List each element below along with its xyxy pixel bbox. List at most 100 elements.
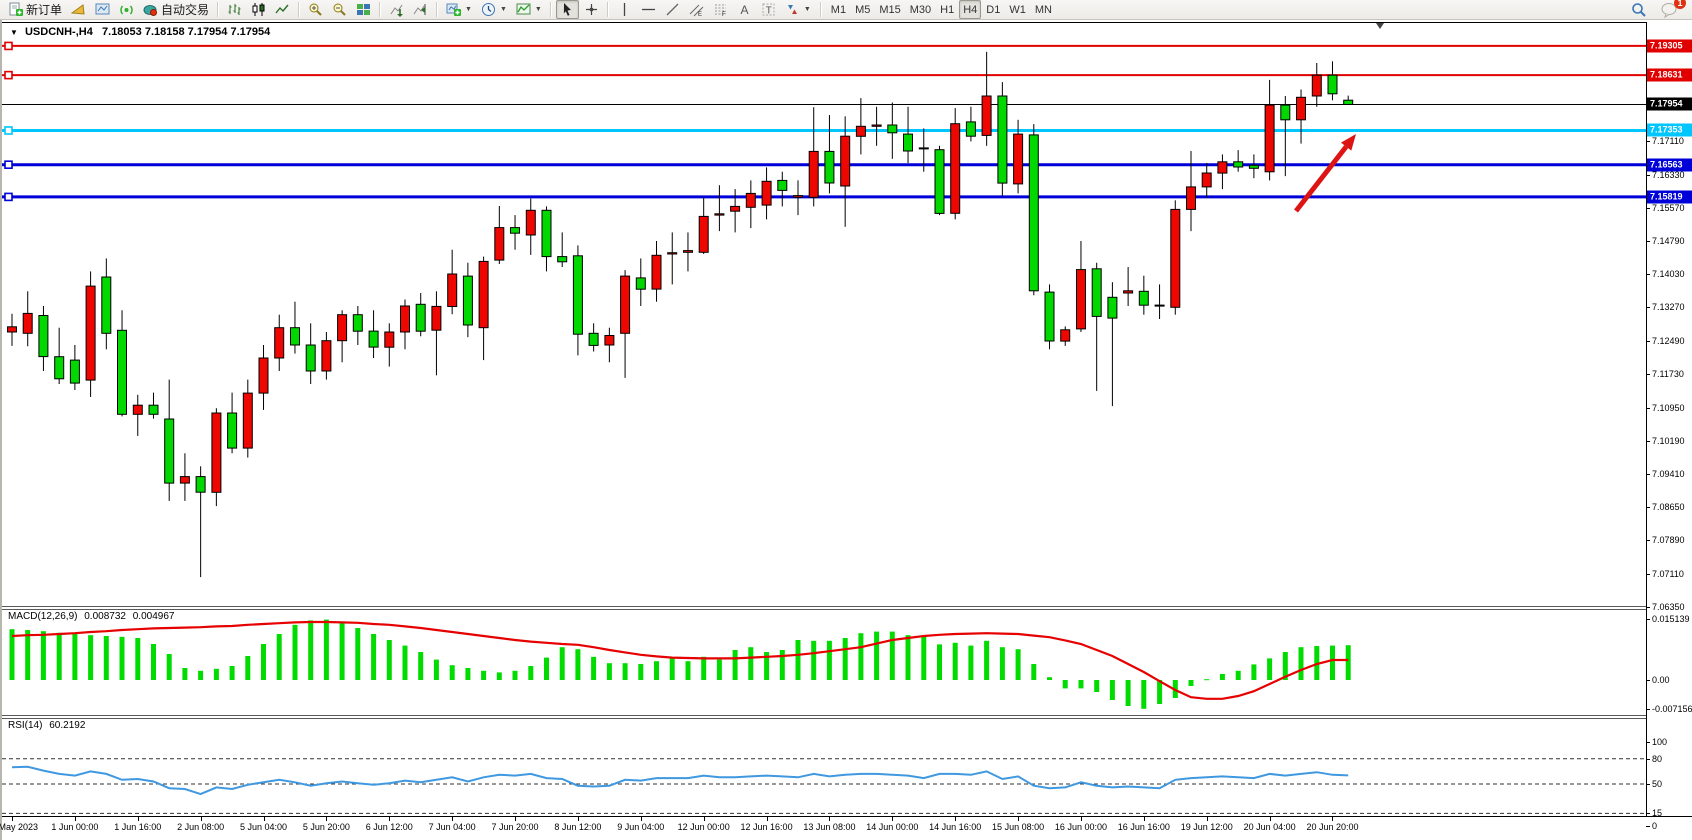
gold-wedge-icon	[71, 2, 86, 17]
time-label: 9 Jun 04:00	[617, 822, 664, 832]
periods-button[interactable]: ▼	[477, 0, 511, 19]
trendline-icon	[665, 2, 680, 17]
timeframe-m30-button[interactable]: M30	[906, 0, 935, 19]
svg-text:T: T	[766, 6, 772, 17]
timeframe-mn-button[interactable]: MN	[1031, 0, 1056, 19]
time-label: 1 Jun 00:00	[51, 822, 98, 832]
tiles-icon	[356, 2, 371, 17]
price-tick-label: 0.015139	[1652, 614, 1690, 624]
price-level-label: 7.18631	[1647, 69, 1692, 82]
fibo-button[interactable]: F	[709, 0, 732, 19]
label-button[interactable]: T	[757, 0, 780, 19]
rsi-value: 60.2192	[49, 720, 85, 731]
time-label: 16 Jun 16:00	[1118, 822, 1170, 832]
vline-button[interactable]	[613, 0, 636, 19]
tile-windows-button[interactable]	[352, 0, 375, 19]
autoscroll-icon	[389, 2, 404, 17]
bars-icon	[227, 2, 242, 17]
text-button[interactable]: A	[733, 0, 756, 19]
price-tick-label: 7.17110	[1652, 136, 1684, 146]
new-chart-button[interactable]: ▼	[442, 0, 476, 19]
time-tick-mark	[201, 817, 202, 821]
rsi-name: RSI(14)	[8, 720, 42, 731]
new-order-button[interactable]: 新订单	[4, 0, 66, 19]
price-chart-pane[interactable]	[2, 22, 1646, 606]
price-tick-label: 0	[1652, 821, 1657, 831]
shapes-button[interactable]: ▼	[781, 0, 815, 19]
market-watch-button[interactable]	[67, 0, 90, 19]
indicators-button[interactable]: ▼	[512, 0, 546, 19]
cursor-button[interactable]	[556, 0, 579, 19]
zoom-in-button[interactable]	[304, 0, 327, 19]
horizontal-levels[interactable]	[2, 42, 1646, 200]
price-tick-label: 100	[1652, 737, 1667, 747]
time-label: 13 Jun 08:00	[803, 822, 855, 832]
trend-arrow-annotation[interactable]	[1296, 134, 1356, 211]
price-tick-label: 7.16330	[1652, 170, 1685, 180]
hline-button[interactable]	[637, 0, 660, 19]
new-order-icon	[8, 2, 23, 17]
chevron-down-icon[interactable]: ▼	[535, 6, 542, 13]
macd-histogram	[10, 620, 1351, 709]
autotrading-button[interactable]: 自动交易	[139, 0, 213, 19]
timeframe-m1-button[interactable]: M1	[827, 0, 850, 19]
time-label: 7 Jun 20:00	[492, 822, 539, 832]
price-tick-mark	[1646, 374, 1650, 375]
indicator-icon	[516, 2, 531, 17]
chart-shift-button[interactable]	[409, 0, 432, 19]
price-tick-mark	[1646, 607, 1650, 608]
signals-button[interactable]	[115, 0, 138, 19]
timeframe-d1-button[interactable]: D1	[982, 0, 1004, 19]
price-level-label: 7.15819	[1647, 190, 1692, 203]
toolbar-right: 1	[1627, 0, 1688, 19]
toolbar-separator	[379, 2, 381, 17]
zoom-out-button[interactable]	[328, 0, 351, 19]
auto-scroll-button[interactable]	[385, 0, 408, 19]
chevron-down-icon[interactable]: ▼	[500, 6, 507, 13]
line-chart-button[interactable]	[271, 0, 294, 19]
chevron-down-icon[interactable]: ▼	[465, 6, 472, 13]
macd-pane[interactable]	[2, 609, 1646, 714]
timeframe-h4-button[interactable]: H4	[959, 0, 981, 19]
chart-ohlc-values: 7.18053 7.18158 7.17954 7.17954	[102, 26, 270, 38]
search-icon	[1631, 2, 1647, 18]
chart-shift-marker[interactable]	[1376, 23, 1384, 29]
price-tick-mark	[1646, 408, 1650, 409]
price-tick-label: 7.10190	[1652, 436, 1685, 446]
rsi-pane[interactable]	[2, 718, 1646, 816]
timeframe-h1-button[interactable]: H1	[936, 0, 958, 19]
time-axis[interactable]: 31 May 20231 Jun 00:001 Jun 16:002 Jun 0…	[2, 817, 1646, 840]
time-tick-mark	[75, 817, 76, 821]
bar-chart-button[interactable]	[223, 0, 246, 19]
time-tick-mark	[1018, 817, 1019, 821]
chart-window-button[interactable]	[91, 0, 114, 19]
search-button[interactable]	[1627, 0, 1651, 19]
textT-icon: T	[761, 2, 776, 17]
notifications-button[interactable]: 1	[1657, 0, 1682, 19]
time-tick-mark	[1081, 817, 1082, 821]
candle-chart-button[interactable]	[247, 0, 270, 19]
time-label: 14 Jun 00:00	[866, 822, 918, 832]
cursor-icon	[560, 2, 575, 17]
channel-button[interactable]: E	[685, 0, 708, 19]
time-label: 7 Jun 04:00	[429, 822, 476, 832]
rsi-line	[12, 767, 1348, 794]
toolbar-separator	[436, 2, 438, 17]
price-axis[interactable]: 7.171107.163307.155707.147907.140307.132…	[1646, 20, 1692, 840]
collapse-caret-icon[interactable]: ▼	[10, 28, 18, 37]
time-label: 16 Jun 00:00	[1055, 822, 1107, 832]
timeframe-w1-button[interactable]: W1	[1005, 0, 1030, 19]
price-level-label: 7.16563	[1647, 158, 1692, 171]
time-label: 19 Jun 12:00	[1181, 822, 1233, 832]
time-label: 8 Jun 12:00	[554, 822, 601, 832]
toolbar-separator	[550, 2, 552, 17]
time-label: 12 Jun 00:00	[678, 822, 730, 832]
crosshair-button[interactable]	[580, 0, 603, 19]
svg-text:A: A	[740, 3, 748, 17]
price-tick-mark	[1646, 742, 1650, 743]
chevron-down-icon[interactable]: ▼	[804, 6, 811, 13]
trendline-button[interactable]	[661, 0, 684, 19]
timeframe-m5-button[interactable]: M5	[851, 0, 874, 19]
price-level-label: 7.17353	[1647, 124, 1692, 137]
timeframe-m15-button[interactable]: M15	[875, 0, 904, 19]
